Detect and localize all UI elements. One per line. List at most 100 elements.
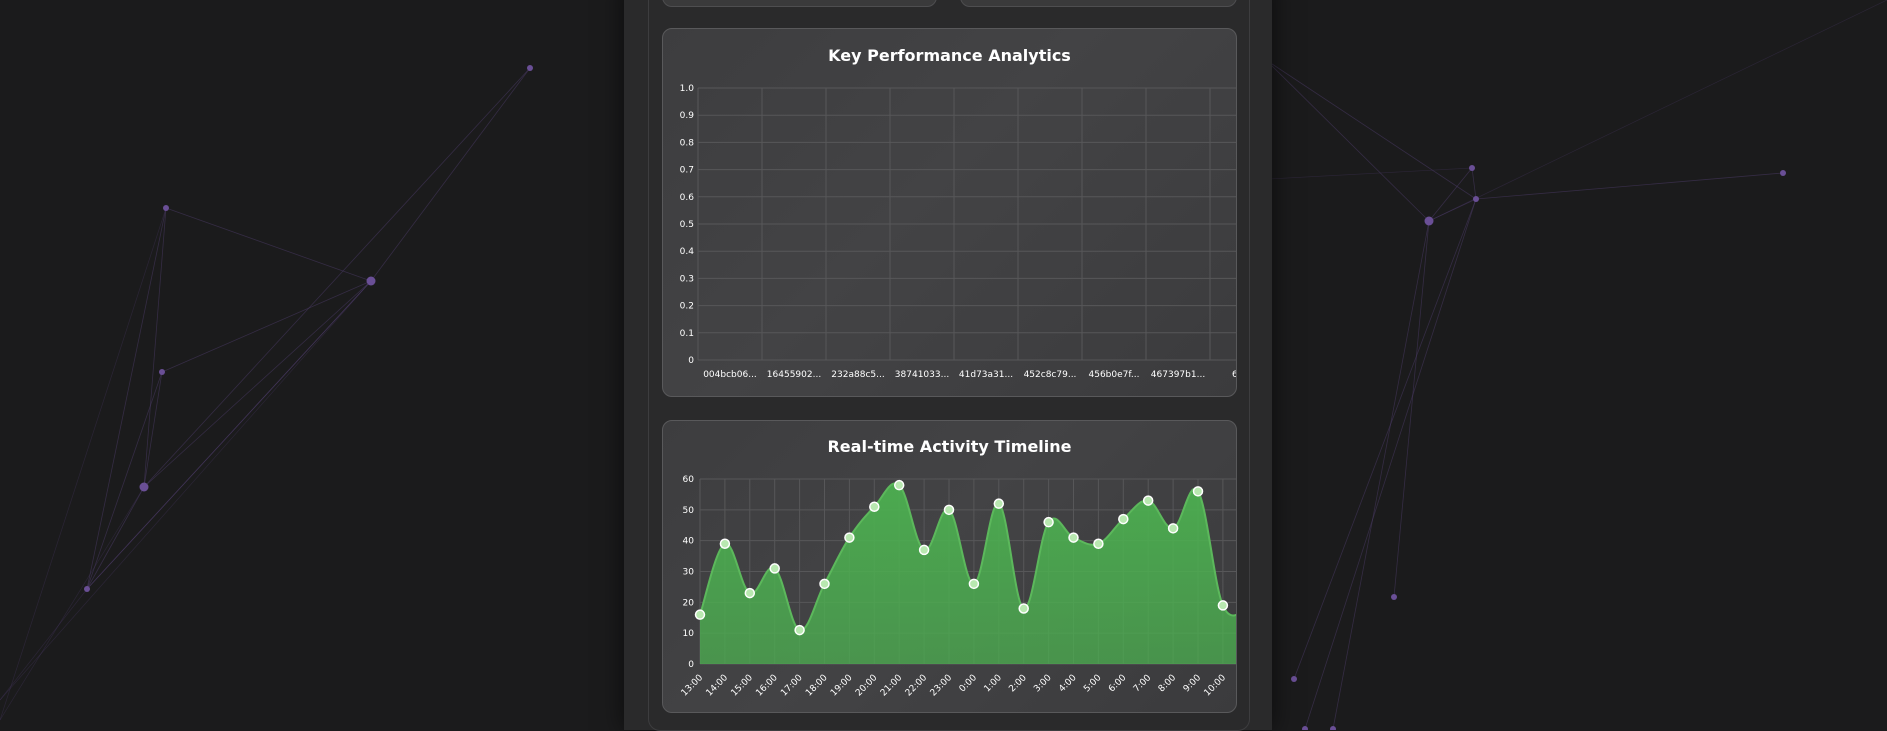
network-link [1476,173,1783,199]
network-link [0,281,371,700]
timeline-point [795,626,804,635]
timeline-point [920,545,929,554]
timeline-point [1044,518,1053,527]
timeline-x-tick: 21:00 [879,673,905,699]
top-card-left [662,0,937,7]
timeline-x-tick: 18:00 [804,673,830,699]
timeline-x-tick: 10:00 [1203,673,1229,699]
timeline-x-tick: 22:00 [904,673,930,699]
kpi-y-tick: 0.8 [680,138,695,148]
network-link [144,208,166,487]
kpi-y-tick: 0.6 [680,193,695,203]
timeline-point [1094,539,1103,548]
timeline-x-tick: 8:00 [1157,673,1179,695]
kpi-grid [698,88,1236,360]
timeline-point [845,533,854,542]
timeline-x-tick: 1:00 [983,673,1005,695]
kpi-x-tick: 452c8c79... [1024,370,1077,380]
network-link [0,487,144,720]
kpi-y-tick: 0.5 [680,220,694,230]
kpi-x-tick: 38741033... [895,370,949,380]
network-node [140,483,149,492]
kpi-x-tick: 16455902... [767,370,821,380]
top-card-right [960,0,1237,7]
kpi-y-tick: 0.3 [680,274,694,284]
timeline-point [969,579,978,588]
network-link [1333,221,1429,729]
network-link [144,281,371,487]
kpi-x-tick: 004bcb06... [703,370,757,380]
timeline-point [745,589,754,598]
timeline-x-tick: 5:00 [1082,673,1104,695]
timeline-y-tick: 10 [683,629,695,639]
timeline-point [994,499,1003,508]
network-link [1429,168,1472,221]
network-node [1780,170,1786,176]
timeline-x-tick: 14:00 [705,673,731,699]
timeline-point [770,564,779,573]
timeline-point [720,539,729,548]
network-link [87,487,144,589]
timeline-area-chart: 605040302010013:0014:0015:0016:0017:0018… [663,421,1236,712]
kpi-y-tick: 0.7 [680,166,694,176]
timeline-point [945,505,954,514]
network-node [367,277,376,286]
kpi-y-tick: 1.0 [680,84,695,94]
kpi-y-tick: 0.4 [680,247,695,257]
kpi-x-tick: 467397b1... [1151,370,1205,380]
timeline-x-tick: 13:00 [680,673,706,699]
kpi-x-tick: 456b0e7f... [1089,370,1140,380]
timeline-card: Real-time Activity Timeline 605040302010… [662,420,1237,713]
timeline-x-tick: 0:00 [958,673,980,695]
network-link [144,372,162,487]
network-node [1302,726,1308,730]
timeline-point [1144,496,1153,505]
timeline-point [1194,487,1203,496]
timeline-x-tick: 4:00 [1057,673,1079,695]
network-link [144,68,530,487]
timeline-point [1119,515,1128,524]
network-link [1266,60,1429,221]
timeline-x-tick: 16:00 [754,673,780,699]
timeline-x-tick: 9:00 [1182,673,1204,695]
network-node [1469,165,1475,171]
timeline-point [696,610,705,619]
kpi-x-tick: 41d73a31... [959,370,1013,380]
network-link [162,281,371,372]
network-node [1330,726,1336,730]
kpi-y-tick: 0.2 [680,302,694,312]
network-node [1473,196,1479,202]
timeline-point [1069,533,1078,542]
timeline-x-tick: 20:00 [854,673,880,699]
network-link [1429,0,1887,221]
timeline-y-tick: 0 [688,660,694,670]
timeline-x-tick: 7:00 [1132,673,1154,695]
network-link [87,281,371,589]
network-node [159,369,165,375]
timeline-x-tick: 2:00 [1007,673,1029,695]
timeline-y-tick: 40 [683,537,695,547]
network-link [1472,168,1476,199]
network-node [1425,217,1434,226]
timeline-y-tick: 50 [683,506,695,516]
timeline-y-tick: 20 [683,598,695,608]
timeline-x-tick: 23:00 [929,673,955,699]
timeline-point [895,481,904,490]
network-node [163,205,169,211]
network-link [1266,60,1476,199]
kpi-y-tick: 0.1 [680,329,694,339]
timeline-y-tick: 30 [683,568,695,578]
network-link [0,589,87,700]
network-node [1291,676,1297,682]
timeline-point [820,579,829,588]
timeline-x-tick: 6:00 [1107,673,1129,695]
timeline-point [1019,604,1028,613]
network-link [87,208,166,589]
kpi-y-tick: 0.9 [680,111,695,121]
network-link [371,68,530,281]
network-node [84,586,90,592]
timeline-point [1218,601,1227,610]
kpi-y-tick: 0 [688,356,694,366]
timeline-x-tick: 19:00 [829,673,855,699]
network-link [1305,199,1476,729]
